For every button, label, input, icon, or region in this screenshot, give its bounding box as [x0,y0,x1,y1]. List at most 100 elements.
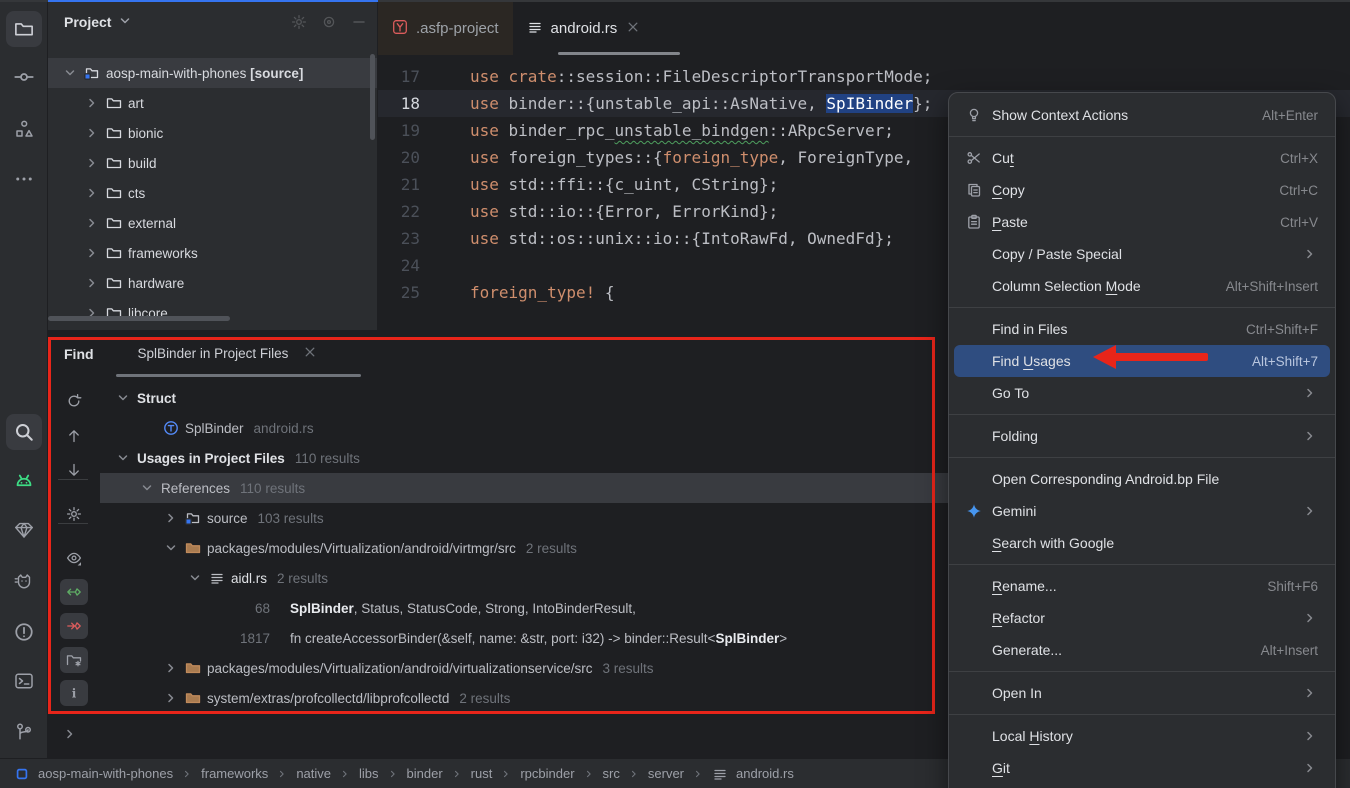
chevron-down-icon[interactable] [117,13,133,29]
previous-occurrence-button[interactable] [60,423,88,449]
menu-item-column-selection-mode[interactable]: Column Selection ModeAlt+Shift+Insert [954,270,1330,302]
scroll-to-source-icon[interactable] [321,14,337,30]
menu-item-local-history[interactable]: Local History [954,720,1330,752]
chevron-right-icon[interactable] [62,726,78,742]
preview-button[interactable] [60,545,88,571]
chevron-down-icon[interactable] [115,390,131,406]
sidebar-icon-commit[interactable] [6,59,42,95]
chevron-right-icon[interactable] [84,155,100,171]
refresh-button[interactable] [60,388,88,414]
navigate-with-single-click-button[interactable] [60,579,88,605]
project-tree-item-aosp-main-with-phones[interactable]: aosp-main-with-phones [source] [48,58,377,88]
menu-item-go-to[interactable]: Go To [954,377,1330,409]
project-horizontal-scrollbar[interactable] [48,316,230,321]
project-tree-item-libcore[interactable]: libcore [48,298,377,328]
hide-panel-icon[interactable] [351,14,367,30]
menu-item-rename[interactable]: Rename...Shift+F6 [954,570,1330,602]
menu-item-cut[interactable]: CutCtrl+X [954,142,1330,174]
menu-item-search-with-google[interactable]: Search with Google [954,527,1330,559]
breadcrumb-segment-server[interactable]: server [648,766,684,781]
breadcrumb-segment-libs[interactable]: libs [359,766,379,781]
usage-line-1817[interactable]: 1817fn createAccessorBinder(&self, name:… [100,623,948,653]
menu-item-folding[interactable]: Folding [954,420,1330,452]
breadcrumb-segment-binder[interactable]: binder [407,766,443,781]
sidebar-icon-terminal[interactable] [6,663,42,699]
code-line-17[interactable]: 17use crate::session::FileDescriptorTran… [378,63,1350,90]
breadcrumb-segment-rpcbinder[interactable]: rpcbinder [520,766,574,781]
chevron-right-icon[interactable] [84,275,100,291]
chevron-down-icon[interactable] [62,65,78,81]
find-result-struct[interactable]: Struct [100,383,948,413]
find-result-references[interactable]: References110 results [100,473,948,503]
chevron-right-icon[interactable] [163,690,179,706]
menu-item-copy-paste-special[interactable]: Copy / Paste Special [954,238,1330,270]
find-result-splbinder[interactable]: SplBinderandroid.rs [100,413,948,443]
chevron-right-icon[interactable] [84,125,100,141]
find-results-tab[interactable]: SplBinder in Project Files [138,344,319,363]
sidebar-icon-more-tool-windows[interactable] [6,161,42,197]
menu-item-paste[interactable]: PasteCtrl+V [954,206,1330,238]
project-vertical-scrollbar[interactable] [370,54,375,140]
project-tree-item-bionic[interactable]: bionic [48,118,377,148]
sidebar-icon-version-control[interactable] [6,714,42,750]
menu-item-generate[interactable]: Generate...Alt+Insert [954,634,1330,666]
menu-item-open-corresponding-android-bp-file[interactable]: Open Corresponding Android.bp File [954,463,1330,495]
breadcrumb-segment-aosp-main-with-phones[interactable]: aosp-main-with-phones [38,766,173,781]
close-tab-icon[interactable] [625,19,641,39]
chevron-down-icon[interactable] [117,13,133,32]
tab-asfp-project[interactable]: .asfp-project [378,2,513,55]
menu-item-show-context-actions[interactable]: Show Context ActionsAlt+Enter [954,99,1330,131]
project-tree-item-cts[interactable]: cts [48,178,377,208]
chevron-right-icon[interactable] [84,215,100,231]
breadcrumb-segment-rust[interactable]: rust [471,766,493,781]
chevron-down-icon[interactable] [115,450,131,466]
group-by-directory-button[interactable] [60,647,88,673]
sidebar-icon-search[interactable] [6,414,42,450]
project-tree-item-hardware[interactable]: hardware [48,268,377,298]
sidebar-icon-problems[interactable] [6,614,42,650]
tab-android-rs[interactable]: android.rs [513,2,656,55]
menu-item-copy[interactable]: CopyCtrl+C [954,174,1330,206]
breadcrumb-segment-native[interactable]: native [296,766,331,781]
project-panel-title[interactable]: Project [64,14,111,30]
project-tree-item-frameworks[interactable]: frameworks [48,238,377,268]
show-import-statements-button[interactable]: i [60,680,88,706]
menu-item-find-usages[interactable]: Find UsagesAlt+Shift+7 [954,345,1330,377]
sidebar-icon-project[interactable] [6,11,42,47]
close-icon[interactable] [625,19,641,35]
navigate-to-source-button[interactable] [60,613,88,639]
chevron-right-icon[interactable] [62,726,78,745]
find-result-source[interactable]: source103 results [100,503,948,533]
chevron-right-icon[interactable] [163,660,179,676]
chevron-down-icon[interactable] [163,540,179,556]
close-tab-icon[interactable] [302,344,318,363]
menu-item-open-in[interactable]: Open In [954,677,1330,709]
breadcrumb-segment-frameworks[interactable]: frameworks [201,766,268,781]
breadcrumb-segment-android-rs[interactable]: android.rs [736,766,794,781]
breadcrumb-segment-src[interactable]: src [603,766,620,781]
find-result-usages-in-project-files[interactable]: Usages in Project Files110 results [100,443,948,473]
chevron-right-icon[interactable] [84,245,100,261]
find-result-packages-modules-virtualization-android-virtmgr-src[interactable]: packages/modules/Virtualization/android/… [100,533,948,563]
project-tree-item-external[interactable]: external [48,208,377,238]
sidebar-icon-logcat[interactable] [6,563,42,599]
menu-item-gemini[interactable]: Gemini [954,495,1330,527]
menu-item-find-in-files[interactable]: Find in FilesCtrl+Shift+F [954,313,1330,345]
chevron-right-icon[interactable] [84,185,100,201]
find-result-packages-modules-virtualization-android-virtualizationservice-src[interactable]: packages/modules/Virtualization/android/… [100,653,948,683]
sidebar-icon-structure[interactable] [6,111,42,147]
panel-options-icon[interactable] [291,14,307,30]
sidebar-icon-android[interactable] [6,463,42,499]
chevron-down-icon[interactable] [187,570,203,586]
project-tree-item-art[interactable]: art [48,88,377,118]
project-tree-item-build[interactable]: build [48,148,377,178]
sidebar-icon-device-manager[interactable] [6,512,42,548]
chevron-down-icon[interactable] [139,480,155,496]
chevron-right-icon[interactable] [84,95,100,111]
chevron-right-icon[interactable] [163,510,179,526]
menu-item-git[interactable]: Git [954,752,1330,784]
usage-line-68[interactable]: 68SplBinder, Status, StatusCode, Strong,… [100,593,948,623]
menu-item-refactor[interactable]: Refactor [954,602,1330,634]
close-icon[interactable] [302,344,318,360]
find-result-system-extras-profcollectd-libprofcollectd[interactable]: system/extras/profcollectd/libprofcollec… [100,683,948,713]
